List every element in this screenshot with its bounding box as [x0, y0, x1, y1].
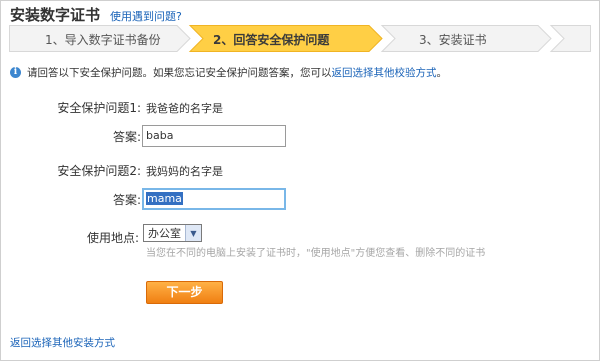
- chevron-down-icon[interactable]: ▼: [185, 225, 201, 241]
- answer2-input[interactable]: mama: [142, 188, 286, 210]
- answer1-value: baba: [146, 129, 174, 142]
- answer1-label: 答案:: [112, 130, 141, 144]
- progress-steps: 1、导入数字证书备份 2、回答安全保护问题 3、安装证书: [9, 25, 591, 52]
- answer2-value: mama: [146, 192, 183, 205]
- help-link[interactable]: 使用遇到问题?: [110, 8, 182, 24]
- other-install-method-link[interactable]: 返回选择其他安装方式: [10, 335, 115, 350]
- info-icon: i: [10, 67, 21, 78]
- next-button[interactable]: 下一步: [146, 281, 223, 304]
- location-value: 办公室: [148, 227, 181, 240]
- location-select[interactable]: 办公室 ▼: [143, 224, 202, 242]
- info-text: 请回答以下安全保护问题。如果您忘记安全保护问题答案，您可以: [27, 67, 332, 79]
- location-hint: 当您在不同的电脑上安装了证书时，"使用地点"方便您查看、删除不同的证书: [146, 248, 486, 259]
- answer2-label: 答案:: [112, 193, 141, 207]
- step-1: 1、导入数字证书备份: [45, 33, 161, 47]
- info-suffix: 。: [436, 67, 448, 79]
- page-frame: [0, 0, 600, 361]
- location-label: 使用地点:: [86, 231, 139, 245]
- page-title: 安装数字证书: [10, 6, 101, 24]
- step-2-active: 2、回答安全保护问题: [213, 33, 330, 47]
- other-verification-link[interactable]: 返回选择其他校验方式: [332, 65, 437, 80]
- page-header: 安装数字证书 使用遇到问题?: [10, 4, 182, 24]
- question2-text: 我妈妈的名字是: [146, 165, 223, 178]
- step-3: 3、安装证书: [419, 33, 487, 47]
- answer1-input[interactable]: baba: [142, 125, 286, 147]
- question2-label: 安全保护问题2:: [57, 164, 141, 178]
- question1-text: 我爸爸的名字是: [146, 102, 223, 115]
- info-message: i 请回答以下安全保护问题。如果您忘记安全保护问题答案，您可以 返回选择其他校验…: [10, 65, 447, 80]
- question1-label: 安全保护问题1:: [57, 101, 141, 115]
